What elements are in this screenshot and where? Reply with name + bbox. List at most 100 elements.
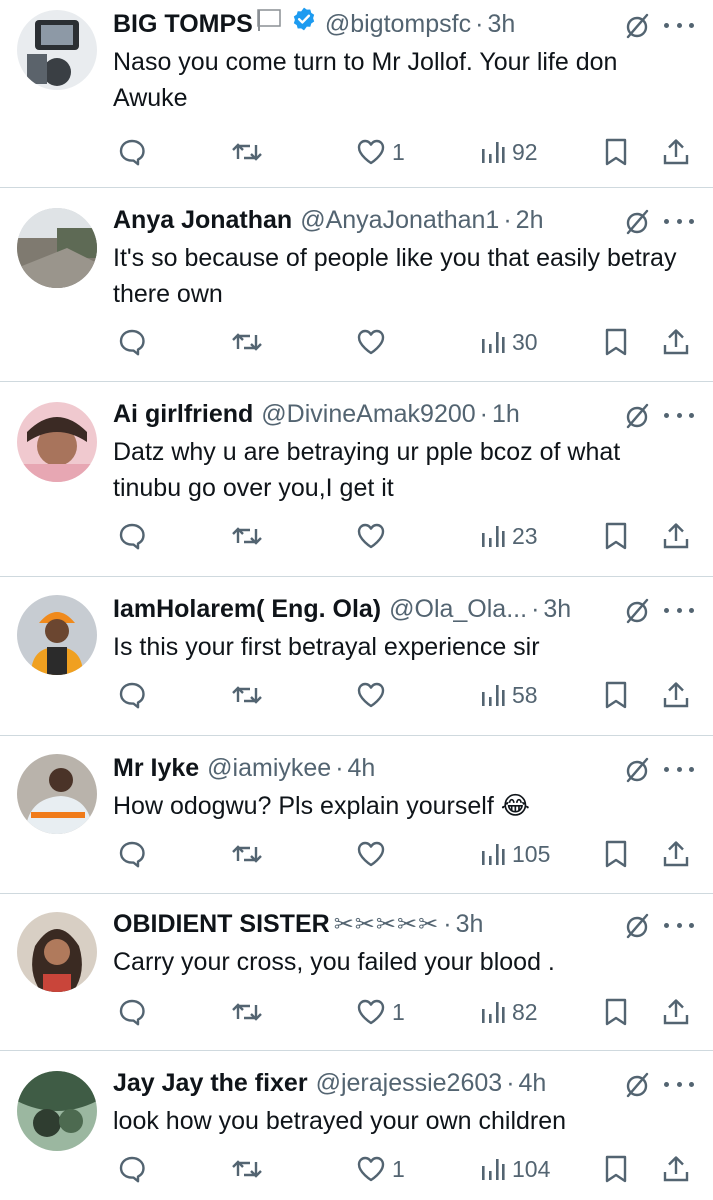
bookmark-button[interactable] xyxy=(603,675,629,715)
reply-icon xyxy=(119,682,145,709)
share-button[interactable] xyxy=(661,516,691,556)
bookmark-button[interactable] xyxy=(603,516,629,556)
views-button[interactable]: 104 xyxy=(480,1149,550,1189)
more-icon[interactable] xyxy=(664,912,694,938)
grok-icon[interactable] xyxy=(623,12,651,40)
share-button[interactable] xyxy=(661,1149,691,1189)
grok-icon[interactable] xyxy=(623,912,651,940)
like-button[interactable] xyxy=(356,516,392,556)
bookmark-button[interactable] xyxy=(603,1149,629,1189)
share-button[interactable] xyxy=(661,992,691,1032)
timestamp[interactable]: 1h xyxy=(492,396,520,432)
retweet-button[interactable] xyxy=(230,992,264,1032)
timestamp[interactable]: 4h xyxy=(348,750,376,786)
avatar[interactable] xyxy=(17,912,97,992)
avatar[interactable] xyxy=(17,1071,97,1151)
timestamp[interactable]: 3h xyxy=(487,6,515,42)
author-handle[interactable]: @Ola_Ola... xyxy=(389,591,527,627)
retweet-button[interactable] xyxy=(230,675,264,715)
author-handle[interactable]: @AnyaJonathan1 xyxy=(300,202,499,238)
bookmark-icon xyxy=(605,138,627,166)
separator: · xyxy=(475,10,484,38)
more-icon[interactable] xyxy=(664,597,694,623)
more-icon[interactable] xyxy=(664,402,694,428)
views-count: 82 xyxy=(512,998,538,1025)
author-name[interactable]: OBIDIENT SISTER xyxy=(113,906,330,942)
more-icon[interactable] xyxy=(664,756,694,782)
retweet-icon xyxy=(232,527,262,545)
author-handle[interactable]: @iamiykee xyxy=(207,750,331,786)
like-count: 1 xyxy=(392,998,405,1025)
author-name[interactable]: Jay Jay the fixer xyxy=(113,1065,308,1101)
reply-button[interactable] xyxy=(117,675,147,715)
reply-button[interactable] xyxy=(117,992,147,1032)
separator: · xyxy=(335,754,344,782)
more-icon[interactable] xyxy=(664,12,694,38)
timestamp[interactable]: 4h xyxy=(519,1065,547,1101)
author-name[interactable]: Ai girlfriend xyxy=(113,396,253,432)
bookmark-button[interactable] xyxy=(603,992,629,1032)
views-icon xyxy=(482,685,505,706)
more-icon[interactable] xyxy=(664,208,694,234)
retweet-button[interactable] xyxy=(230,132,264,172)
like-icon xyxy=(357,139,385,165)
author-handle[interactable]: @DivineAmak9200 xyxy=(261,396,475,432)
bookmark-button[interactable] xyxy=(603,132,629,172)
reply-icon xyxy=(119,1156,145,1183)
views-button[interactable]: 58 xyxy=(480,675,538,715)
reply-button[interactable] xyxy=(117,132,147,172)
like-button[interactable] xyxy=(356,675,392,715)
like-button[interactable]: 1 xyxy=(356,992,405,1032)
author-name[interactable]: Anya Jonathan xyxy=(113,202,292,238)
grok-icon[interactable] xyxy=(623,597,651,625)
avatar[interactable] xyxy=(17,402,97,482)
share-button[interactable] xyxy=(661,132,691,172)
tweet-text: Carry your cross, you failed your blood … xyxy=(113,948,555,976)
reply-icon xyxy=(119,329,145,356)
reply-button[interactable] xyxy=(117,516,147,556)
like-button[interactable] xyxy=(356,322,392,362)
bookmark-icon xyxy=(605,681,627,709)
retweet-button[interactable] xyxy=(230,322,264,362)
author-name[interactable]: IamHolarem( Eng. Ola) xyxy=(113,591,381,627)
share-button[interactable] xyxy=(661,834,691,874)
avatar[interactable] xyxy=(17,10,97,90)
views-button[interactable]: 82 xyxy=(480,992,538,1032)
share-button[interactable] xyxy=(661,322,691,362)
retweet-icon xyxy=(232,1003,262,1021)
retweet-button[interactable] xyxy=(230,834,264,874)
reply-button[interactable] xyxy=(117,834,147,874)
avatar[interactable] xyxy=(17,754,97,834)
reply-button[interactable] xyxy=(117,322,147,362)
like-icon xyxy=(357,999,385,1025)
timestamp[interactable]: 2h xyxy=(516,202,544,238)
avatar[interactable] xyxy=(17,595,97,675)
grok-icon[interactable] xyxy=(623,208,651,236)
author-name[interactable]: BIG TOMPS xyxy=(113,6,253,42)
avatar[interactable] xyxy=(17,208,97,288)
author-name[interactable]: Mr Iyke xyxy=(113,750,199,786)
like-button[interactable] xyxy=(356,834,392,874)
more-icon[interactable] xyxy=(664,1071,694,1097)
views-count: 104 xyxy=(512,1155,551,1182)
views-icon xyxy=(482,332,505,353)
retweet-button[interactable] xyxy=(230,516,264,556)
author-handle[interactable]: @jerajessie2603 xyxy=(316,1065,503,1101)
share-button[interactable] xyxy=(661,675,691,715)
timestamp[interactable]: 3h xyxy=(456,906,484,942)
retweet-button[interactable] xyxy=(230,1149,264,1189)
bookmark-button[interactable] xyxy=(603,834,629,874)
views-button[interactable]: 30 xyxy=(480,322,538,362)
reply-button[interactable] xyxy=(117,1149,147,1189)
grok-icon[interactable] xyxy=(623,402,651,430)
bookmark-button[interactable] xyxy=(603,322,629,362)
views-button[interactable]: 92 xyxy=(480,132,538,172)
grok-icon[interactable] xyxy=(623,1071,651,1099)
timestamp[interactable]: 3h xyxy=(543,591,571,627)
views-button[interactable]: 23 xyxy=(480,516,538,556)
views-button[interactable]: 105 xyxy=(480,834,550,874)
like-button[interactable]: 1 xyxy=(356,132,405,172)
author-handle[interactable]: @bigtompsfc xyxy=(325,6,471,42)
grok-icon[interactable] xyxy=(623,756,651,784)
like-button[interactable]: 1 xyxy=(356,1149,405,1189)
